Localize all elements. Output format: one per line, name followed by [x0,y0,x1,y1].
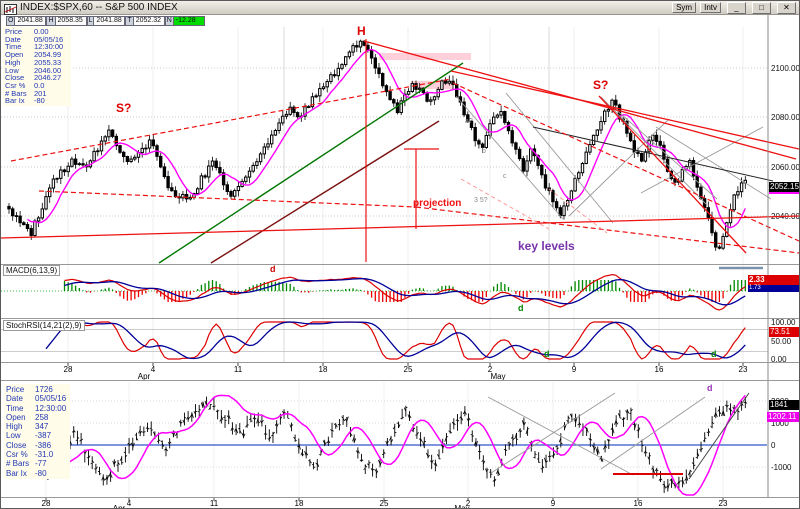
info-row: Bar Ix-80 [6,469,68,478]
quote-field-label: H [46,16,55,26]
quote-field-value: 2041.88 [94,16,125,26]
cursor-info-panel-lower: Price1726Date05/05/16Time12:30:00Open258… [4,384,70,479]
info-row: Close-386 [6,441,68,450]
stochrsi-label: StochRSI(14,21(2),9) [3,320,85,331]
quote-field-value: 2052.32 [134,16,165,26]
minimize-button[interactable]: _ [727,2,746,14]
info-row: High347 [6,422,68,431]
info-row: Low-387 [6,431,68,440]
cycle-marker-d: d [518,303,524,313]
sym-button[interactable]: Sym [672,2,696,13]
main-chart-plot[interactable] [1,26,768,263]
cursor-info-panel-main: Price0.00Date05/05/16Time12:30:00Open205… [3,27,71,106]
window-title: INDEX:$SPX,60 -- S&P 500 INDEX [20,2,178,13]
annotation-key-levels: key levels [518,239,575,253]
cycle-marker-d: d [270,264,276,274]
cycle-marker-d: d [707,383,713,393]
info-row: Time12:30:00 [6,404,68,413]
last-price-tag: 2052.15 [769,182,800,192]
annotation-h: H [357,24,366,38]
info-row: Price1726 [6,385,68,394]
lower-high-tag: 1841 [769,400,800,410]
lower-value-tag: 1202.11 [767,412,800,422]
quote-field-value: -12.28 [174,16,205,26]
lower-axis-label: 0 [771,441,775,450]
annotation-c: c [503,173,507,180]
stochrsi-value-tag: 73.51 [769,327,800,337]
quote-field-label: T [125,16,133,26]
chart-icon [4,2,17,13]
titlebar: INDEX:$SPX,60 -- S&P 500 INDEX Sym Intv … [1,1,799,15]
lower-axis-label: -1000 [771,463,791,472]
annotation-3-5-: 3 5? [474,197,488,204]
date-axis-lower[interactable] [1,498,768,509]
quote-field-label: L [87,16,95,26]
cycle-marker-d: d [711,349,717,359]
annotation-a-: a? [465,118,473,125]
quote-field-label: N [165,16,174,26]
annotation-s-: S? [116,101,131,115]
quote-field-label: O [6,16,15,26]
macd-value-tag: 2.33 [748,275,800,285]
lower-chart-plot[interactable] [1,381,768,497]
macd-panel[interactable] [1,265,768,318]
close-button[interactable]: ✕ [777,2,796,14]
cycle-marker-d: d [544,349,550,359]
quote-field-value: 2058.35 [56,16,87,26]
date-axis-upper[interactable] [1,363,768,380]
annotation-projection: projection [413,198,461,209]
macd-label: MACD(6,13,9) [3,265,60,276]
app-window: INDEX:$SPX,60 -- S&P 500 INDEX Sym Intv … [0,0,800,509]
info-row: Open258 [6,413,68,422]
info-row: Bar Ix-80 [5,97,69,105]
maximize-button[interactable]: □ [752,2,771,14]
quote-bar: O2041.88H2058.35L2041.88T2052.32N-12.28 [6,16,205,26]
intv-button[interactable]: Intv [700,2,721,13]
info-row: # Bars-77 [6,459,68,468]
info-row: Date05/05/16 [6,394,68,403]
stochrsi-panel[interactable] [1,319,768,362]
info-row: Csr %-31.0 [6,450,68,459]
quote-field-value: 2041.88 [15,16,46,26]
macd-signal-tag: 1.73 [748,285,800,292]
annotation-b: b [482,148,486,155]
annotation-s-: S? [593,78,608,92]
